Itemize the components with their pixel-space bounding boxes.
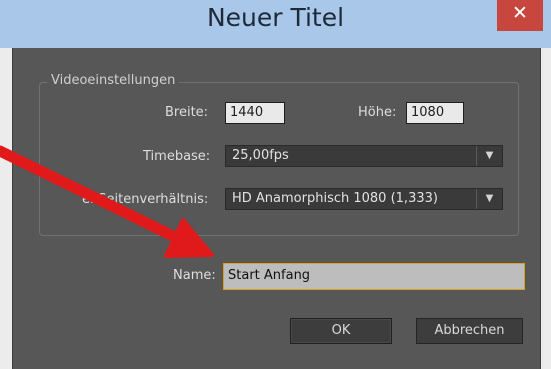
screenshot-canvas: Neuer Titel ✕ Videoeinstellungen Breite:… (0, 0, 551, 369)
annotation-arrow-shaft (0, 145, 183, 244)
annotation-arrow (0, 145, 214, 258)
annotation-arrow-head (164, 218, 214, 258)
